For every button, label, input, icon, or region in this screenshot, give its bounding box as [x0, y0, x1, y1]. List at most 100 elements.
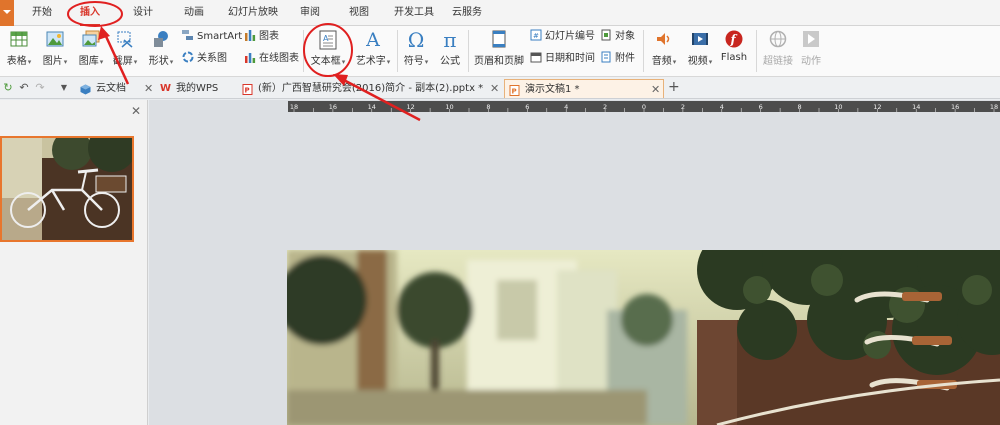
close-icon[interactable]: ✕	[651, 80, 660, 99]
tab-view[interactable]: 视图	[349, 0, 369, 26]
date-time-button[interactable]: 日期和时间	[530, 50, 595, 67]
pptx-file-icon: P	[242, 83, 253, 95]
header-footer-icon	[490, 30, 508, 48]
flash-button[interactable]: f Flash	[719, 28, 749, 63]
redo-icon[interactable]: ↷	[33, 81, 47, 95]
ruler-label: 18	[990, 103, 998, 111]
table-button[interactable]: 表格▾	[2, 28, 36, 67]
slide-thumbnail-pane: ✕	[0, 100, 148, 425]
slide-number-label: 幻灯片编号	[545, 31, 595, 42]
gallery-button[interactable]: 图库▾	[74, 28, 108, 67]
slide-editing-canvas[interactable]: 18 16 14 12 10 8 6 4 2 0 2 4 6 8 10 12 14 16 18	[149, 100, 1000, 425]
ruler-label: 0	[642, 103, 646, 111]
ribbon-divider	[303, 30, 304, 72]
tab-presentation1[interactable]: P 演示文稿1 * ✕	[504, 79, 664, 98]
tab-insert[interactable]: 插入	[80, 0, 100, 26]
action-icon	[802, 30, 820, 48]
tab-cloud-docs[interactable]: 云文档 ✕	[76, 79, 154, 98]
chevron-down-icon	[3, 10, 11, 14]
screenshot-icon	[116, 30, 134, 48]
bicycle-street-photo	[287, 250, 1000, 425]
textbox-icon: A	[318, 30, 338, 50]
slide-thumbnail[interactable]	[0, 136, 134, 242]
close-icon[interactable]: ✕	[490, 79, 499, 98]
flash-icon: f	[725, 30, 743, 48]
ruler-label: 6	[525, 103, 529, 111]
video-button[interactable]: 视频▾	[683, 28, 717, 67]
slide-number-button[interactable]: # 幻灯片编号	[530, 28, 595, 45]
tab-animation[interactable]: 动画	[184, 0, 204, 26]
ruler-label: 2	[681, 103, 685, 111]
online-chart-button[interactable]: 在线图表	[244, 50, 299, 67]
add-tab-icon[interactable]: +	[668, 78, 680, 97]
picture-label: 图片	[42, 56, 63, 67]
ruler-ticks: 18 16 14 12 10 8 6 4 2 0 2 4 6 8 10 12 14 16 18	[290, 103, 998, 112]
ruler-label: 10	[445, 103, 453, 111]
refresh-icon[interactable]: ↻	[1, 81, 15, 95]
picture-icon	[46, 30, 64, 48]
tab-cloud-services[interactable]: 云服务	[452, 0, 482, 26]
ruler-label: 2	[603, 103, 607, 111]
tab-label: (新）广西智慧研究会(2016)简介 - 副本(2).pptx *	[258, 83, 484, 94]
ruler-label: 16	[329, 103, 337, 111]
ruler-label: 14	[912, 103, 920, 111]
shapes-icon	[152, 30, 170, 48]
picture-button[interactable]: 图片▾	[38, 28, 72, 67]
attachment-icon	[600, 51, 612, 63]
audio-button[interactable]: 音频▾	[647, 28, 681, 67]
object-label: 对象	[615, 31, 635, 42]
symbol-label: 符号	[403, 56, 424, 67]
table-label: 表格	[6, 56, 27, 67]
ruler-label: 12	[873, 103, 881, 111]
tab-label: 我的WPS	[176, 83, 219, 94]
ribbon-divider	[643, 30, 644, 72]
tab-label: 云文档	[96, 83, 126, 94]
smartart-label: SmartArt	[197, 31, 243, 42]
ruler-label: 4	[720, 103, 724, 111]
attachment-button[interactable]: 附件	[600, 50, 635, 67]
tab-review[interactable]: 审阅	[300, 0, 320, 26]
flash-label: Flash	[720, 52, 748, 63]
video-label: 视频	[687, 56, 708, 67]
ruler-label: 8	[797, 103, 801, 111]
undo-icon[interactable]: ↶	[17, 81, 31, 95]
tab-slideshow[interactable]: 幻灯片放映	[228, 0, 278, 26]
ruler-label: 8	[486, 103, 490, 111]
wordart-button[interactable]: A 艺术字▾	[352, 28, 394, 67]
tab-document-pptx[interactable]: P (新）广西智慧研究会(2016)简介 - 副本(2).pptx * ✕	[238, 79, 504, 98]
date-time-label: 日期和时间	[545, 53, 595, 64]
pi-icon: π	[443, 28, 457, 52]
omega-icon: Ω	[407, 28, 425, 52]
symbol-button[interactable]: Ω 符号▾	[400, 28, 432, 67]
date-time-icon	[530, 51, 542, 63]
close-icon[interactable]: ✕	[131, 104, 141, 118]
ruler-label: 14	[368, 103, 376, 111]
chevron-down-icon[interactable]: ▼	[57, 81, 71, 95]
tab-design[interactable]: 设计	[133, 0, 153, 26]
ribbon-divider	[468, 30, 469, 72]
svg-text:P: P	[245, 87, 250, 95]
screenshot-button[interactable]: 截屏▾	[108, 28, 142, 67]
formula-button[interactable]: π 公式	[436, 28, 464, 67]
hyperlink-button[interactable]: 超链接	[760, 28, 796, 67]
app-menu-button[interactable]	[0, 0, 14, 26]
horizontal-ruler[interactable]: 18 16 14 12 10 8 6 4 2 0 2 4 6 8 10 12 14 16 18	[288, 101, 1000, 112]
action-button[interactable]: 动作	[796, 28, 826, 67]
pptx-file-icon: P	[509, 84, 520, 96]
tab-home[interactable]: 开始	[32, 0, 52, 26]
textbox-button[interactable]: A 文本框▾	[307, 28, 349, 67]
ruler-label: 12	[407, 103, 415, 111]
relation-chart-button[interactable]: 关系图	[182, 50, 227, 67]
tab-developer[interactable]: 开发工具	[394, 0, 434, 26]
shapes-button[interactable]: 形状▾	[144, 28, 178, 67]
table-icon	[10, 30, 28, 48]
slide-canvas[interactable]	[287, 250, 1000, 425]
smartart-button[interactable]: SmartArt	[182, 28, 242, 45]
chart-button[interactable]: 图表	[244, 28, 279, 45]
object-button[interactable]: 对象	[600, 28, 635, 45]
ruler-label: 18	[290, 103, 298, 111]
relation-chart-icon	[182, 51, 194, 63]
ruler-label: 16	[951, 103, 959, 111]
header-footer-button[interactable]: 页眉和页脚	[472, 28, 526, 67]
close-icon[interactable]: ✕	[144, 79, 153, 98]
